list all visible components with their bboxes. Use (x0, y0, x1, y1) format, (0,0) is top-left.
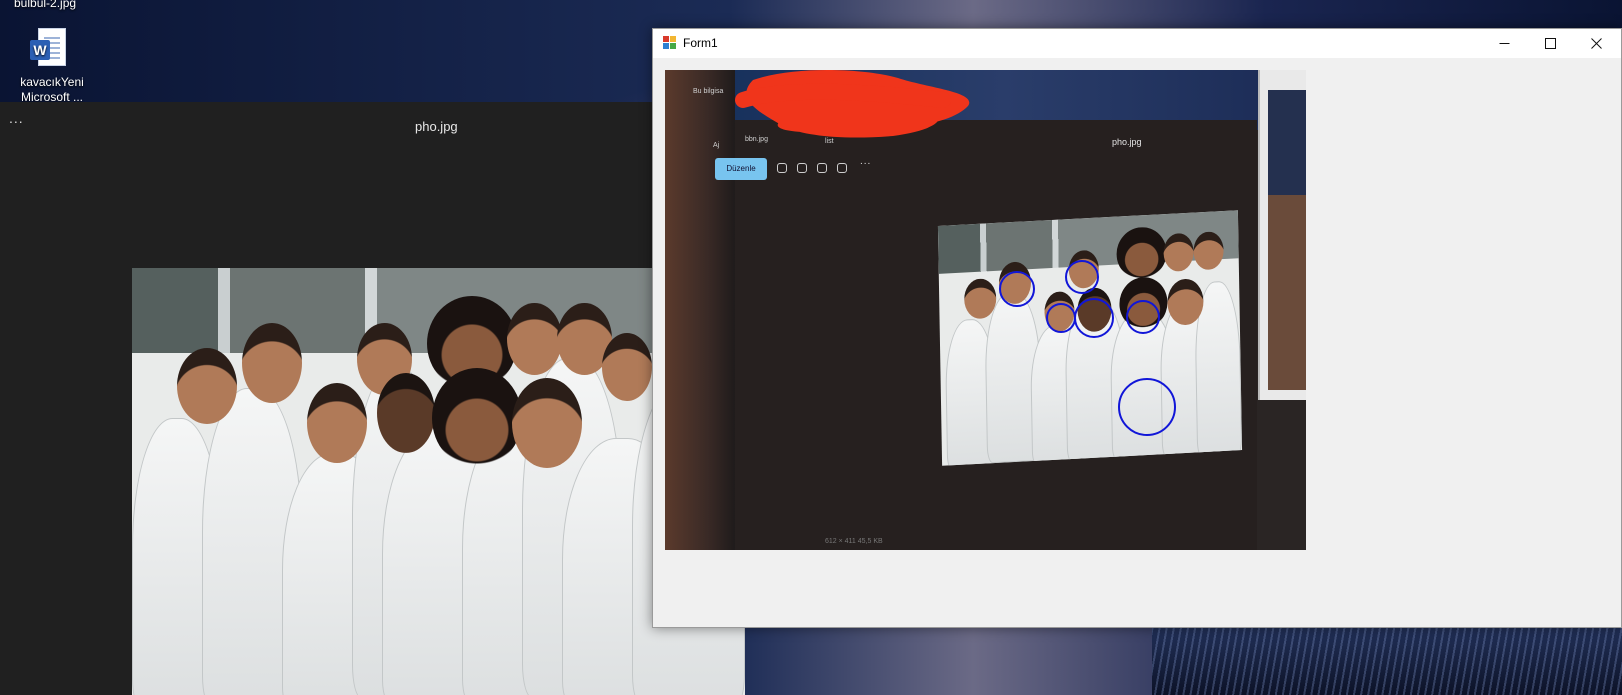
monitor-bezel (665, 70, 735, 550)
captured-form-window (1258, 70, 1306, 400)
captured-desktop-label: Bu bilgisa (693, 88, 724, 95)
viewer-title: pho.jpg (415, 119, 458, 134)
desktop-file-word[interactable]: bulbul-2.jpg W kavacıkYeni Microsoft ... (8, 0, 92, 104)
minimize-icon (1499, 43, 1509, 44)
more-options-button[interactable]: ... (9, 110, 24, 126)
maximize-icon (1544, 38, 1556, 49)
captured-print-icon (817, 163, 827, 173)
captured-group-photo (937, 210, 1243, 466)
word-document-icon: W (30, 28, 68, 68)
form1-title: Form1 (683, 36, 718, 50)
redaction-scribble (735, 70, 970, 138)
face-detection-circle (1074, 298, 1114, 338)
form1-window[interactable]: Form1 Bu bilgisa Aj bbn.jpg list Düzenle… (652, 28, 1622, 628)
app-icon (663, 36, 677, 50)
captured-rotate-icon (777, 163, 787, 173)
wallpaper-visible-corner (1152, 625, 1622, 695)
maximize-button[interactable] (1527, 29, 1573, 58)
form1-titlebar[interactable]: Form1 (653, 29, 1621, 58)
close-button[interactable] (1573, 29, 1619, 58)
close-icon (1590, 38, 1602, 49)
captured-edit-button: Düzenle (715, 158, 767, 180)
face-detection-circle (1046, 303, 1076, 333)
captured-desktop-label: Aj (713, 142, 720, 149)
captured-more-icon: ... (860, 156, 872, 167)
captured-status-bar: 612 × 411 45,5 KB (825, 538, 883, 545)
desktop-file-label-top: bulbul-2.jpg (14, 0, 77, 10)
face-detection-circle (999, 271, 1035, 307)
photos-viewer-window[interactable]: ... pho.jpg (0, 102, 745, 695)
captured-delete-icon (797, 163, 807, 173)
desktop-file-name: kavacıkYeni Microsoft ... (20, 75, 84, 104)
captured-viewer-title: pho.jpg (1112, 137, 1142, 147)
face-detection-circle (1126, 300, 1160, 334)
minimize-button[interactable] (1481, 29, 1527, 58)
face-detection-circle (1118, 378, 1176, 436)
picture-box: Bu bilgisa Aj bbn.jpg list Düzenle ... p… (665, 70, 1306, 550)
face-detection-circle (1065, 260, 1099, 294)
captured-share-icon (837, 163, 847, 173)
